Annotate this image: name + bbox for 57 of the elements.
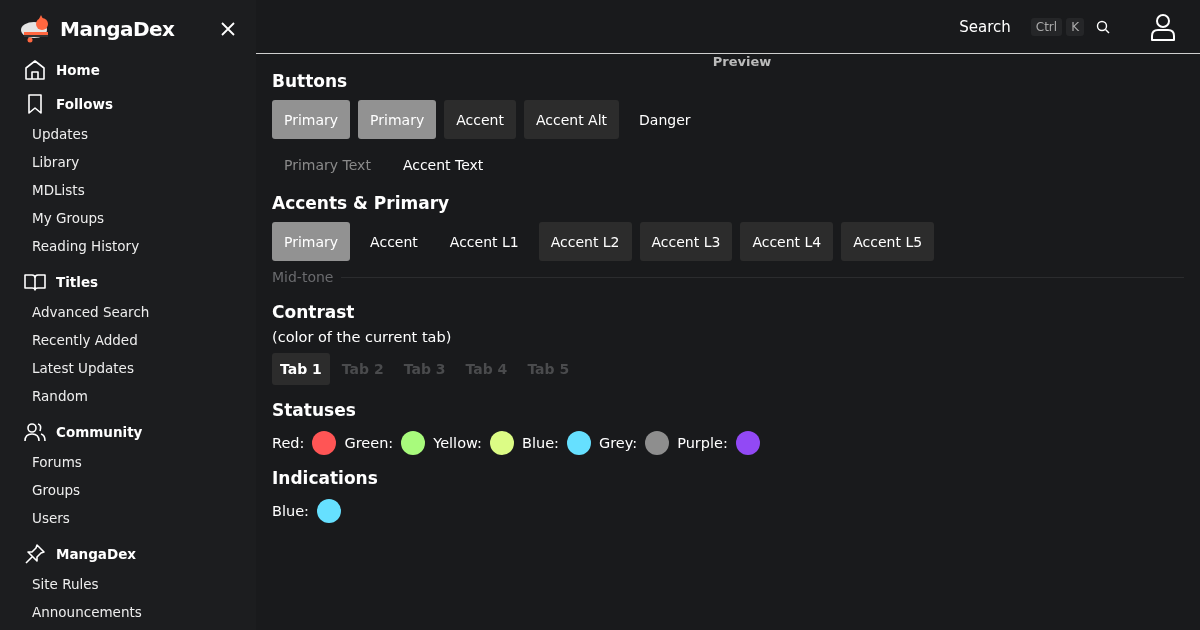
sample-button[interactable]: Accent Alt bbox=[523, 100, 620, 139]
sample-button[interactable]: Accent L2 bbox=[538, 222, 632, 261]
sample-button[interactable]: Primary Text bbox=[272, 145, 383, 184]
section-title: Accents & Primary bbox=[272, 192, 451, 215]
sample-button[interactable]: Accent Text bbox=[390, 145, 496, 184]
brand-name[interactable]: MangaDex bbox=[60, 17, 175, 41]
section-title: Contrast bbox=[272, 301, 356, 324]
status-label: Grey: bbox=[598, 435, 638, 451]
status-label: Green: bbox=[344, 435, 394, 451]
indication-label: Blue: bbox=[272, 503, 309, 519]
nav-item[interactable]: My Groups bbox=[24, 204, 256, 232]
keyboard-key: Ctrl bbox=[1030, 17, 1063, 36]
nav-item[interactable]: Reading History bbox=[24, 232, 256, 260]
nav-section-title[interactable]: Home bbox=[56, 62, 100, 78]
sample-button[interactable]: Accent L4 bbox=[740, 222, 834, 261]
nav-item[interactable]: Random bbox=[24, 382, 256, 410]
nav-item[interactable]: Groups bbox=[24, 476, 256, 504]
nav-item[interactable]: MDLists bbox=[24, 176, 256, 204]
sample-button[interactable]: Danger bbox=[627, 100, 703, 139]
status-label: Red: bbox=[272, 435, 305, 451]
nav-item[interactable]: Advanced Search bbox=[24, 298, 256, 326]
section-title: Statuses bbox=[272, 399, 357, 422]
note-text: (color of the current tab) bbox=[272, 329, 453, 345]
nav-item[interactable]: Users bbox=[24, 504, 256, 532]
nav-section-title[interactable]: MangaDex bbox=[56, 546, 136, 562]
preview-label: Preview bbox=[711, 56, 773, 68]
mid-tone-label: Mid-tone bbox=[272, 269, 334, 285]
nav-item[interactable]: Forums bbox=[24, 448, 256, 476]
nav-item[interactable]: Announcements bbox=[24, 598, 256, 626]
status-label: Yellow: bbox=[433, 435, 482, 451]
status-label: Blue: bbox=[521, 435, 559, 451]
tab[interactable]: Tab 1 bbox=[272, 353, 330, 385]
nav-section-title[interactable]: Titles bbox=[56, 274, 99, 290]
nav-item[interactable]: Updates bbox=[24, 120, 256, 148]
nav-item[interactable]: Latest Updates bbox=[24, 354, 256, 382]
people-icon bbox=[24, 421, 46, 443]
home-icon bbox=[24, 59, 46, 81]
sample-button[interactable]: Accent L3 bbox=[639, 222, 733, 261]
search-icon[interactable] bbox=[1096, 19, 1110, 34]
nav-item[interactable]: Library bbox=[24, 148, 256, 176]
keyboard-key: K bbox=[1066, 17, 1084, 36]
section-title: Indications bbox=[272, 467, 379, 490]
user-icon[interactable] bbox=[1150, 12, 1176, 41]
status-label: Purple: bbox=[677, 435, 728, 451]
nav-section-title[interactable]: Follows bbox=[56, 96, 113, 112]
book-icon bbox=[24, 271, 46, 293]
nav-item[interactable]: Recently Added bbox=[24, 326, 256, 354]
sample-button[interactable]: Accent L5 bbox=[841, 222, 935, 261]
nav-section-title[interactable]: Community bbox=[56, 424, 143, 440]
close-icon[interactable] bbox=[220, 21, 236, 37]
section-title: Buttons bbox=[272, 70, 349, 93]
sample-button[interactable]: Accent bbox=[358, 222, 430, 261]
pin-icon bbox=[24, 543, 46, 565]
nav-item[interactable]: Site Rules bbox=[24, 570, 256, 598]
sample-button[interactable]: Accent L1 bbox=[437, 222, 531, 261]
search-field[interactable]: Search bbox=[959, 17, 1011, 36]
sample-button[interactable]: Accent bbox=[444, 100, 516, 139]
